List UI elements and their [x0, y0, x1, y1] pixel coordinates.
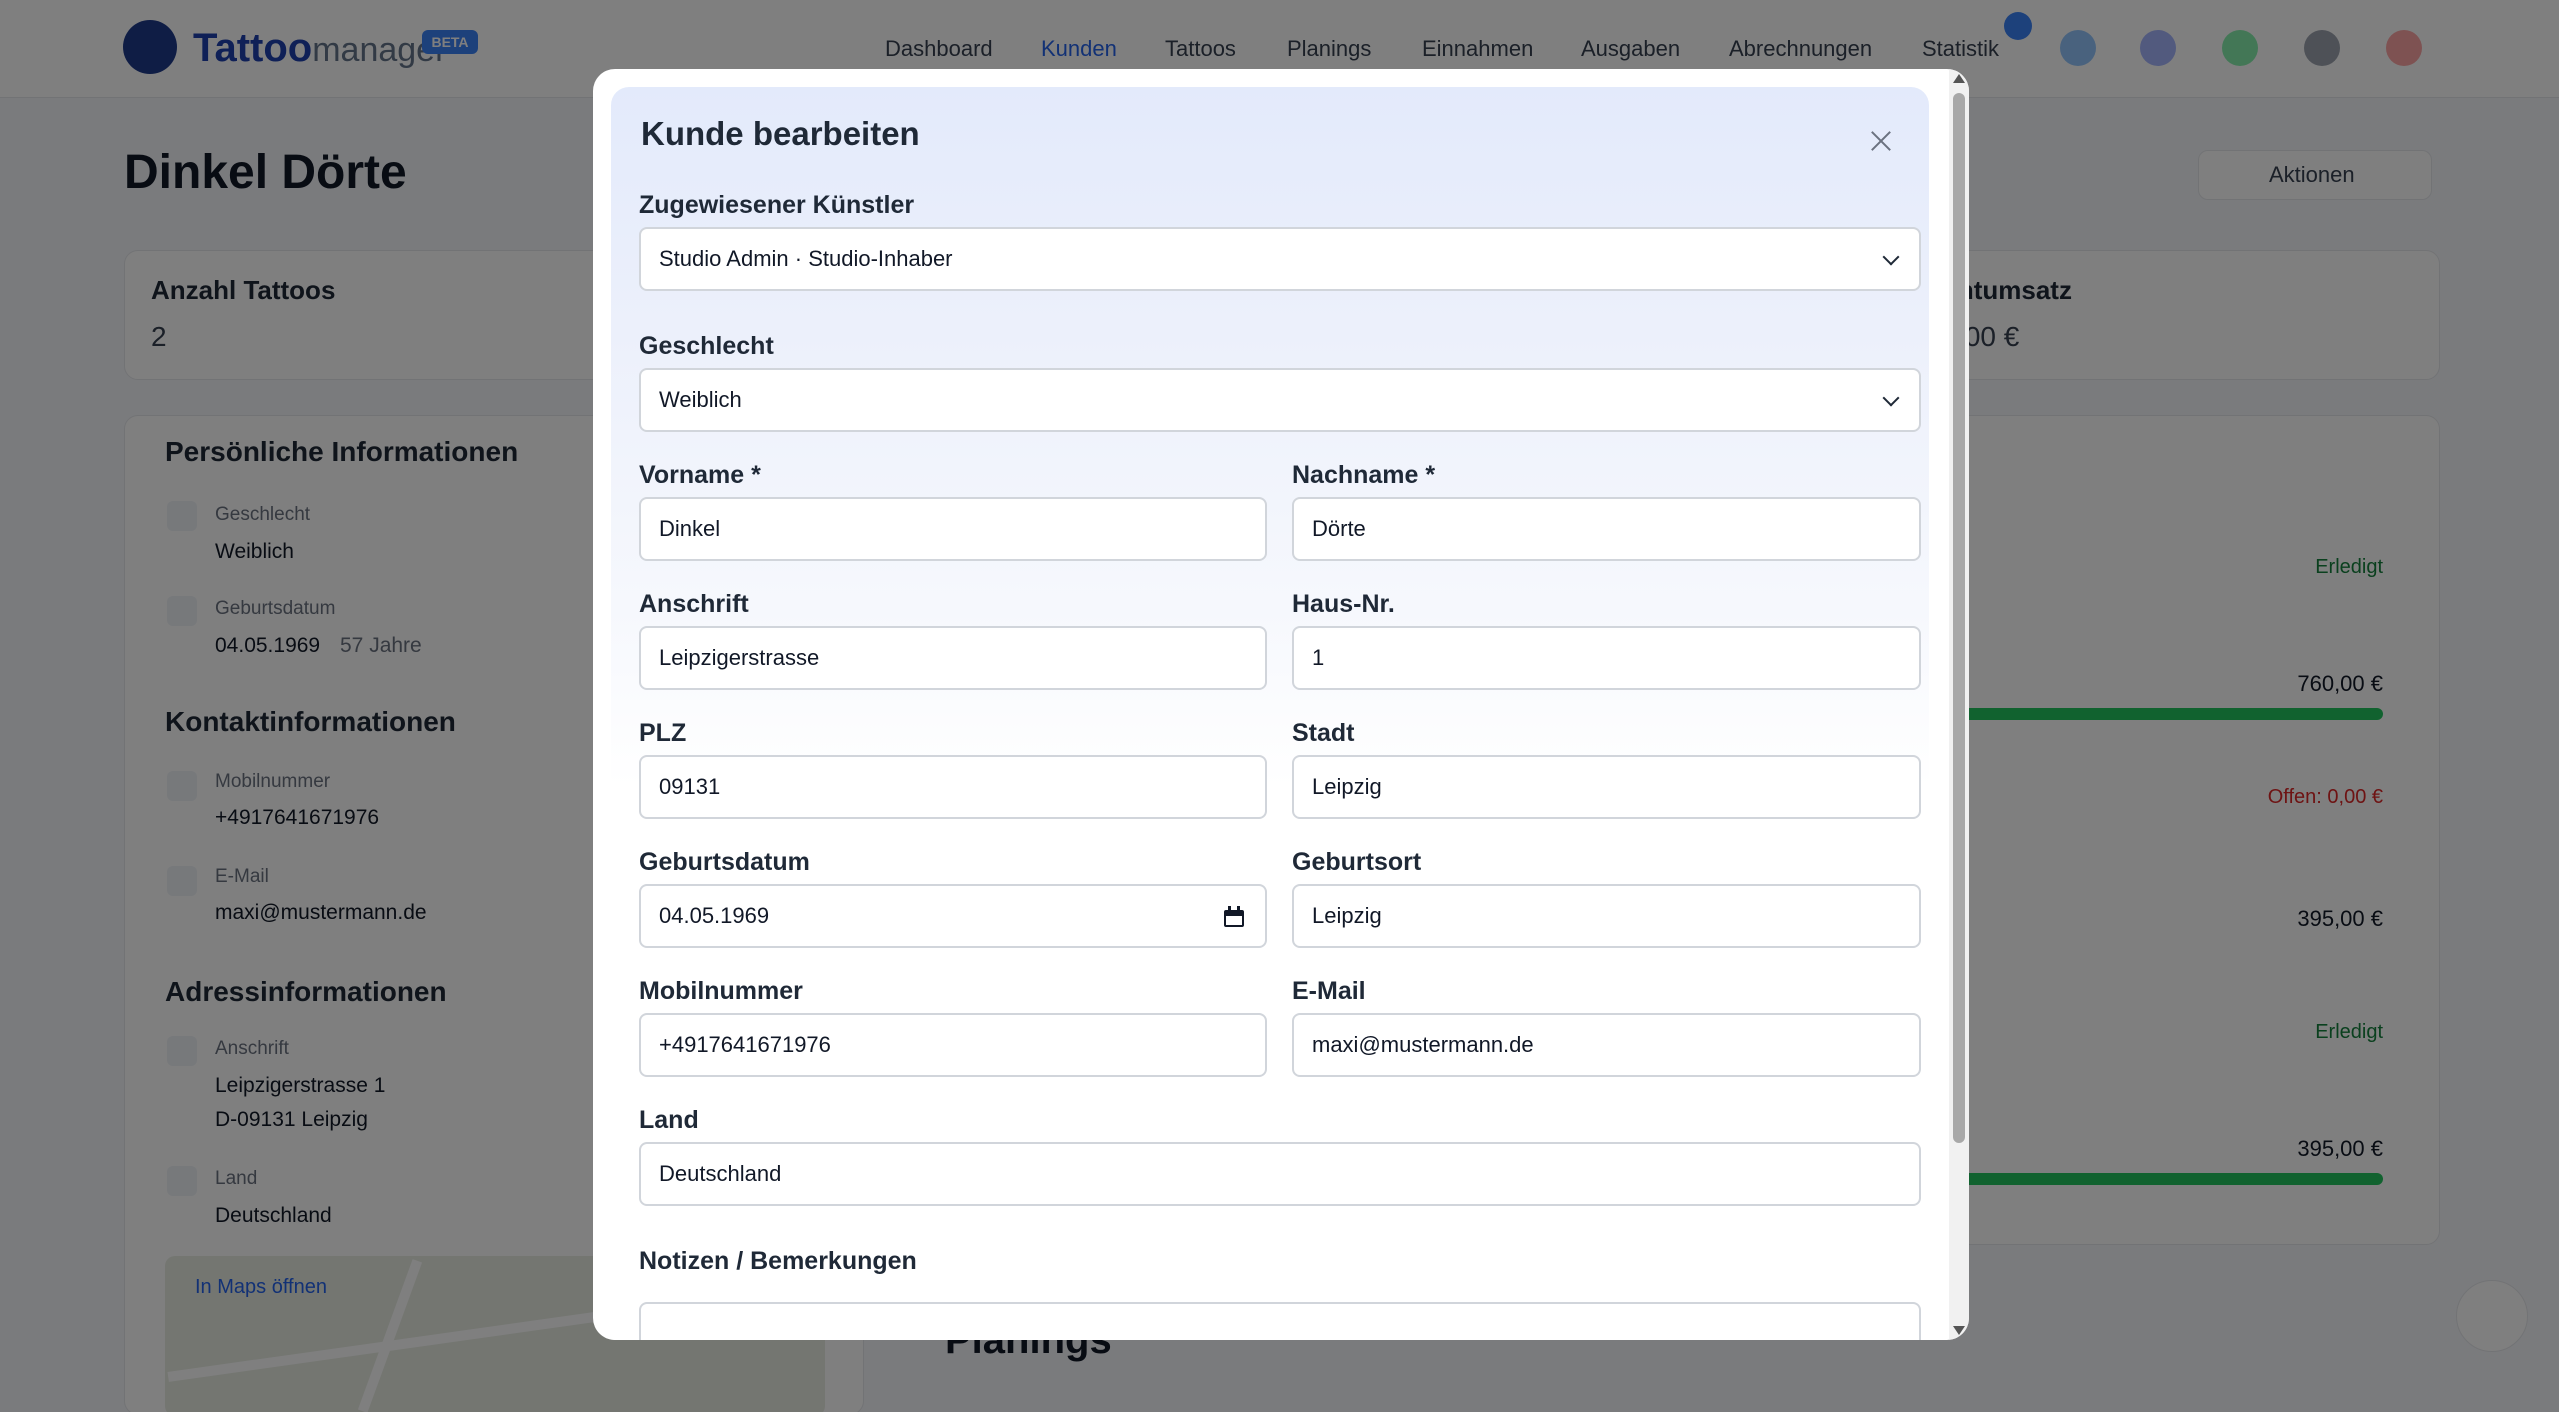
country-label: Land	[639, 1106, 699, 1134]
birthplace-label: Geburtsort	[1292, 848, 1422, 876]
edit-customer-modal: Kunde bearbeiten Zugewiesener Künstler S…	[593, 69, 1969, 1340]
house-number-value: 1	[1312, 645, 1325, 670]
street-value: Leipzigerstrasse	[659, 645, 820, 670]
country-input[interactable]: Deutschland	[639, 1142, 1921, 1206]
zip-input[interactable]: 09131	[639, 755, 1267, 819]
first-name-value: Dinkel	[659, 516, 721, 541]
modal-scrollbar[interactable]	[1949, 69, 1969, 1340]
gender-select[interactable]: Weiblich	[639, 368, 1921, 432]
zip-label: PLZ	[639, 719, 687, 747]
mobile-label: Mobilnummer	[639, 977, 803, 1005]
modal-content: Kunde bearbeiten Zugewiesener Künstler S…	[611, 87, 1929, 1340]
mobile-value: +4917641671976	[659, 1032, 831, 1057]
first-name-label: Vorname *	[639, 461, 761, 489]
house-number-input[interactable]: 1	[1292, 626, 1921, 690]
birthplace-value: Leipzig	[1312, 903, 1382, 928]
birthdate-input[interactable]: 04.05.1969	[639, 884, 1267, 948]
calendar-body	[1224, 910, 1244, 927]
calendar-icon[interactable]	[1223, 906, 1245, 928]
scroll-up-arrow-icon[interactable]	[1953, 74, 1965, 83]
birthdate-label: Geburtsdatum	[639, 848, 810, 876]
city-label: Stadt	[1292, 719, 1355, 747]
street-label: Anschrift	[639, 590, 749, 618]
gender-label: Geschlecht	[639, 332, 774, 360]
birthplace-input[interactable]: Leipzig	[1292, 884, 1921, 948]
notes-label: Notizen / Bemerkungen	[639, 1247, 917, 1275]
notes-textarea[interactable]	[639, 1302, 1921, 1340]
email-value: maxi@mustermann.de	[1312, 1032, 1534, 1057]
artist-label: Zugewiesener Künstler	[639, 191, 915, 219]
email-label: E-Mail	[1292, 977, 1366, 1005]
artist-select[interactable]: Studio Admin · Studio-Inhaber	[639, 227, 1921, 291]
first-name-input[interactable]: Dinkel	[639, 497, 1267, 561]
scrollbar-thumb[interactable]	[1953, 93, 1965, 1143]
scroll-down-arrow-icon[interactable]	[1953, 1326, 1965, 1335]
modal-title: Kunde bearbeiten	[641, 115, 920, 152]
city-value: Leipzig	[1312, 774, 1382, 799]
last-name-value: Dörte	[1312, 516, 1366, 541]
email-input[interactable]: maxi@mustermann.de	[1292, 1013, 1921, 1077]
mobile-input[interactable]: +4917641671976	[639, 1013, 1267, 1077]
street-input[interactable]: Leipzigerstrasse	[639, 626, 1267, 690]
gender-select-value: Weiblich	[659, 387, 742, 412]
last-name-input[interactable]: Dörte	[1292, 497, 1921, 561]
country-value: Deutschland	[659, 1161, 782, 1186]
birthdate-value: 04.05.1969	[659, 903, 770, 928]
zip-value: 09131	[659, 774, 721, 799]
chevron-down-icon	[1882, 389, 1900, 407]
city-input[interactable]: Leipzig	[1292, 755, 1921, 819]
artist-select-value: Studio Admin · Studio-Inhaber	[659, 246, 953, 271]
house-number-label: Haus-Nr.	[1292, 590, 1395, 618]
calendar-ring	[1237, 906, 1240, 912]
close-icon[interactable]	[1865, 125, 1897, 157]
calendar-ring	[1228, 906, 1231, 912]
last-name-label: Nachname *	[1292, 461, 1436, 489]
chevron-down-icon	[1882, 248, 1900, 266]
